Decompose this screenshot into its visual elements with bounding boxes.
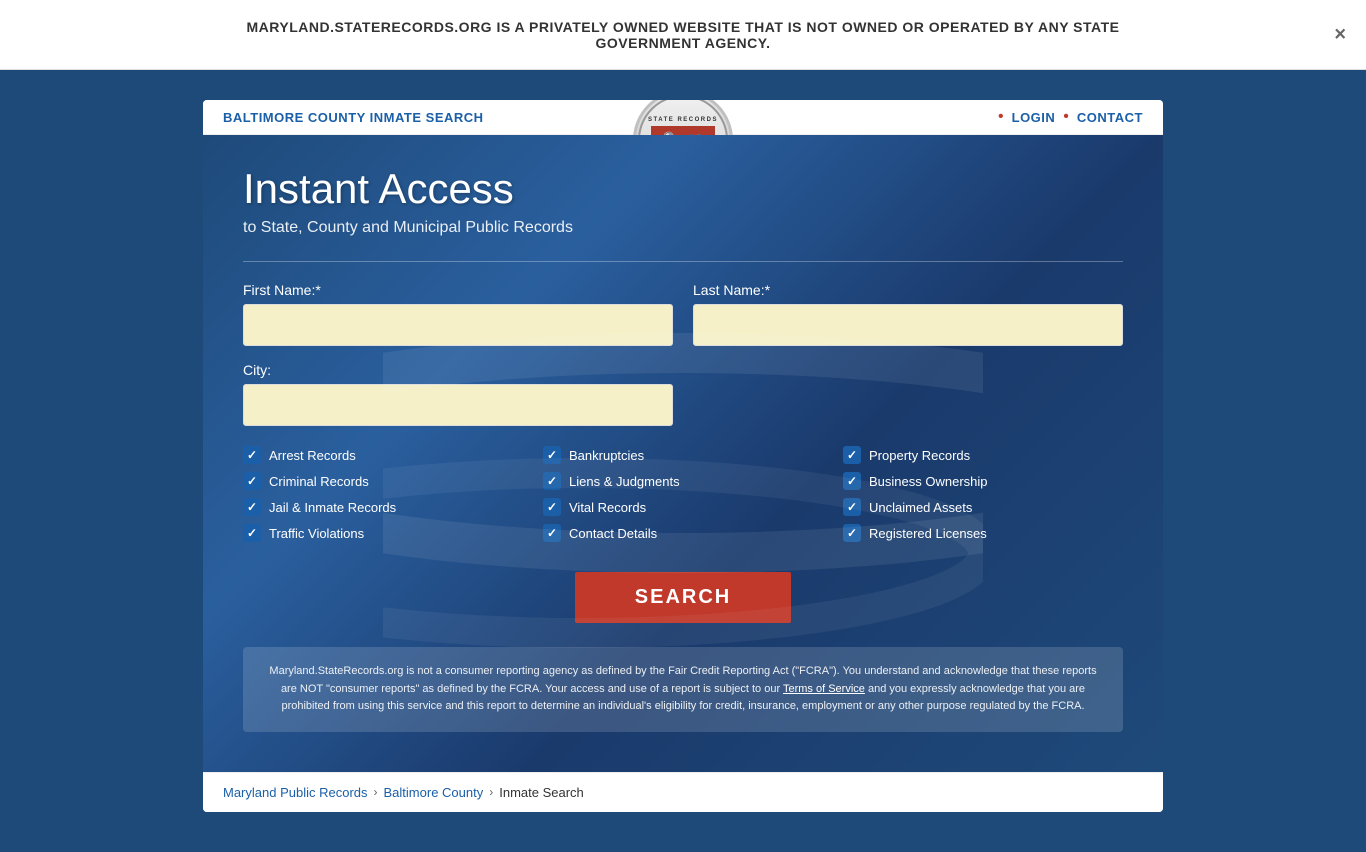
checkbox-item-9: Traffic Violations — [243, 524, 523, 542]
nav-dot-1: • — [998, 108, 1004, 126]
checkbox-item-10: Contact Details — [543, 524, 823, 542]
login-link[interactable]: LOGIN — [1012, 110, 1056, 125]
name-row: First Name:* Last Name:* — [243, 282, 1123, 346]
banner-close-button[interactable]: × — [1334, 23, 1346, 46]
breadcrumb-link-1[interactable]: Maryland Public Records — [223, 785, 368, 800]
breadcrumb-arrow-2: › — [489, 785, 493, 799]
page-background: BALTIMORE COUNTY INMATE SEARCH STATE REC… — [0, 70, 1366, 852]
tos-link[interactable]: Terms of Service — [783, 683, 865, 695]
banner-text: MARYLAND.STATERECORDS.ORG IS A PRIVATELY… — [233, 19, 1133, 51]
checkbox-icon-11[interactable] — [843, 524, 861, 542]
nav-dot-2: • — [1063, 108, 1069, 126]
search-btn-container: SEARCH — [243, 572, 1123, 623]
checkbox-icon-0[interactable] — [243, 446, 261, 464]
checkbox-item-3: Criminal Records — [243, 472, 523, 490]
logo-top-text: STATE RECORDS — [648, 117, 718, 123]
breadcrumb-link-2[interactable]: Baltimore County — [384, 785, 484, 800]
last-name-group: Last Name:* — [693, 282, 1123, 346]
checkboxes-grid: Arrest Records Bankruptcies Property Recor… — [243, 446, 1123, 542]
site-nav: • LOGIN • CONTACT — [998, 108, 1143, 126]
checkbox-icon-3[interactable] — [243, 472, 261, 490]
top-banner: MARYLAND.STATERECORDS.ORG IS A PRIVATELY… — [0, 0, 1366, 70]
checkbox-icon-5[interactable] — [843, 472, 861, 490]
checkbox-label-3: Criminal Records — [269, 474, 369, 489]
hero-title: Instant Access — [243, 165, 1123, 213]
checkbox-item-6: Jail & Inmate Records — [243, 498, 523, 516]
main-container: BALTIMORE COUNTY INMATE SEARCH STATE REC… — [203, 100, 1163, 812]
city-group: City: — [243, 362, 673, 426]
checkbox-icon-2[interactable] — [843, 446, 861, 464]
checkbox-item-5: Business Ownership — [843, 472, 1123, 490]
contact-link[interactable]: CONTACT — [1077, 110, 1143, 125]
checkbox-item-2: Property Records — [843, 446, 1123, 464]
checkbox-label-2: Property Records — [869, 448, 970, 463]
checkbox-label-5: Business Ownership — [869, 474, 988, 489]
hero-subtitle: to State, County and Municipal Public Re… — [243, 219, 1123, 237]
last-name-input[interactable] — [693, 304, 1123, 346]
checkbox-item-4: Liens & Judgments — [543, 472, 823, 490]
checkbox-label-11: Registered Licenses — [869, 526, 987, 541]
checkbox-item-8: Unclaimed Assets — [843, 498, 1123, 516]
checkbox-icon-10[interactable] — [543, 524, 561, 542]
checkbox-label-4: Liens & Judgments — [569, 474, 680, 489]
checkbox-icon-6[interactable] — [243, 498, 261, 516]
checkbox-label-0: Arrest Records — [269, 448, 356, 463]
first-name-label: First Name:* — [243, 282, 673, 298]
first-name-group: First Name:* — [243, 282, 673, 346]
first-name-input[interactable] — [243, 304, 673, 346]
checkbox-item-0: Arrest Records — [243, 446, 523, 464]
checkbox-label-6: Jail & Inmate Records — [269, 500, 396, 515]
breadcrumb-current: Inmate Search — [499, 785, 584, 800]
site-header: BALTIMORE COUNTY INMATE SEARCH STATE REC… — [203, 100, 1163, 135]
checkbox-icon-1[interactable] — [543, 446, 561, 464]
checkbox-label-8: Unclaimed Assets — [869, 500, 972, 515]
breadcrumb-arrow-1: › — [374, 785, 378, 799]
checkbox-icon-4[interactable] — [543, 472, 561, 490]
checkbox-label-9: Traffic Violations — [269, 526, 364, 541]
divider — [243, 261, 1123, 262]
checkbox-label-7: Vital Records — [569, 500, 646, 515]
checkbox-label-10: Contact Details — [569, 526, 657, 541]
checkbox-label-1: Bankruptcies — [569, 448, 644, 463]
checkbox-icon-8[interactable] — [843, 498, 861, 516]
last-name-label: Last Name:* — [693, 282, 1123, 298]
city-row: City: — [243, 362, 1123, 426]
search-button[interactable]: SEARCH — [575, 572, 791, 623]
checkbox-icon-7[interactable] — [543, 498, 561, 516]
disclaimer: Maryland.StateRecords.org is not a consu… — [243, 647, 1123, 732]
checkbox-item-11: Registered Licenses — [843, 524, 1123, 542]
checkbox-item-7: Vital Records — [543, 498, 823, 516]
breadcrumb-bar: Maryland Public Records › Baltimore Coun… — [203, 772, 1163, 812]
city-label: City: — [243, 362, 673, 378]
site-title: BALTIMORE COUNTY INMATE SEARCH — [223, 110, 484, 125]
search-area: Instant Access to State, County and Muni… — [203, 135, 1163, 772]
city-input[interactable] — [243, 384, 673, 426]
checkbox-icon-9[interactable] — [243, 524, 261, 542]
checkbox-item-1: Bankruptcies — [543, 446, 823, 464]
